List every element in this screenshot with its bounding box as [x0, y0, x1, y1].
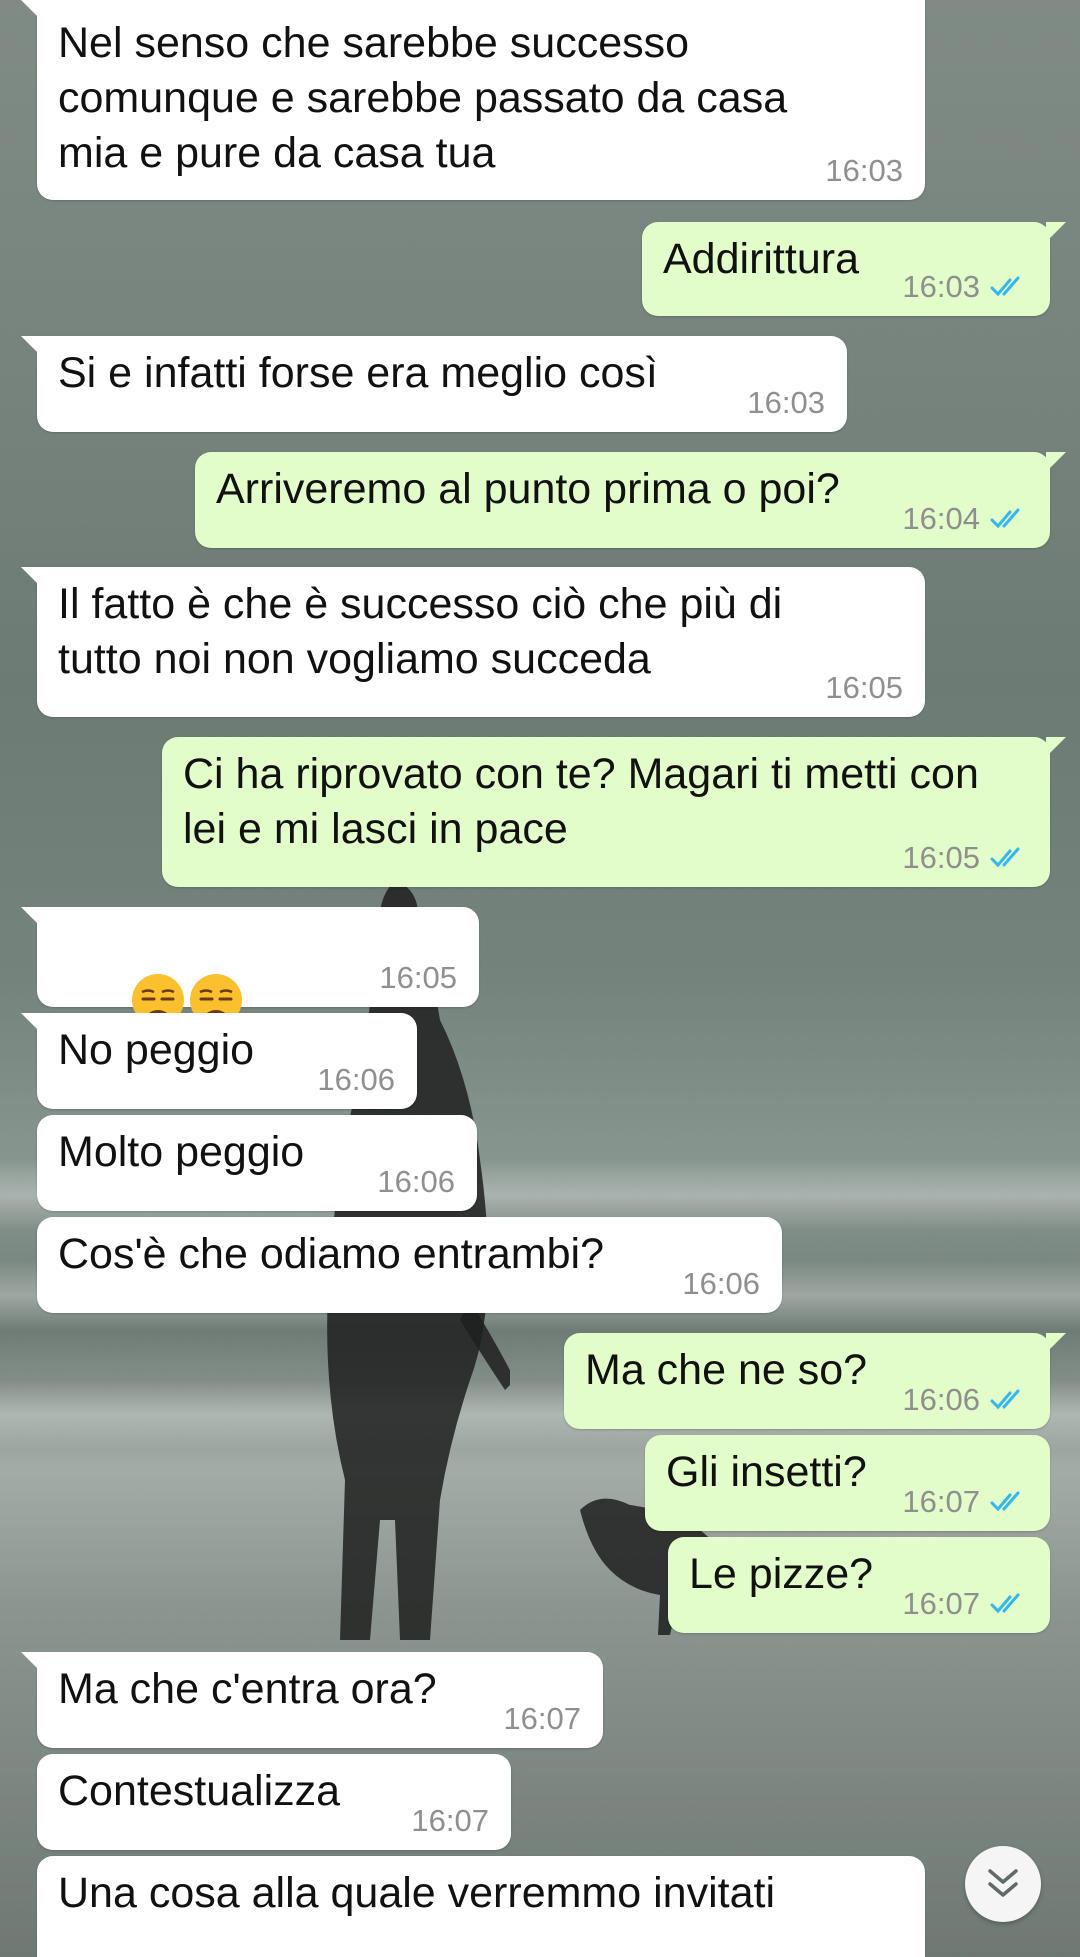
message-bubble-incoming[interactable]: Ma che c'entra ora? 16:07: [21, 1652, 603, 1748]
message-list[interactable]: Nel senso che sarebbe successo comunque …: [0, 0, 1080, 1957]
message-meta: 16:06: [317, 1063, 395, 1097]
message-timestamp: 16:07: [902, 1586, 980, 1621]
message-text: Si e infatti forse era meglio così: [58, 349, 658, 397]
message-timestamp: 16:07: [503, 1701, 581, 1736]
double-check-icon: [990, 1389, 1020, 1410]
message-meta: 16:03: [902, 270, 1028, 304]
message-bubble-incoming[interactable]: Contestualizza 16:07: [37, 1754, 511, 1850]
message-bubble-incoming[interactable]: Si e infatti forse era meglio così 16:03: [21, 336, 847, 432]
message-timestamp: 16:03: [747, 385, 825, 420]
message-bubble-incoming[interactable]: Una cosa alla quale verremmo invitati: [37, 1856, 925, 1957]
message-bubble-outgoing[interactable]: Le pizze? 16:07: [668, 1537, 1050, 1633]
message-text: Il fatto è che è successo ciò che più di…: [58, 580, 783, 683]
message-bubble-outgoing[interactable]: Gli insetti? 16:07: [645, 1435, 1050, 1531]
message-meta: 16:06: [902, 1383, 1028, 1417]
message-meta: 16:06: [377, 1165, 455, 1199]
message-bubble-incoming[interactable]: No peggio 16:06: [21, 1013, 417, 1109]
message-timestamp: 16:03: [825, 153, 903, 188]
message-text: Cos'è che odiamo entrambi?: [58, 1230, 605, 1278]
message-timestamp: 16:07: [411, 1803, 489, 1838]
message-meta: 16:06: [682, 1267, 760, 1301]
message-meta: 16:03: [747, 386, 825, 420]
message-text: Ci ha riprovato con te? Magari ti metti …: [183, 750, 979, 853]
double-check-icon: [990, 508, 1020, 529]
message-timestamp: 16:06: [902, 1382, 980, 1417]
message-timestamp: 16:05: [379, 960, 457, 995]
message-meta: 16:07: [902, 1485, 1028, 1519]
message-meta: 16:07: [902, 1587, 1028, 1621]
message-text: Una cosa alla quale verremmo invitati: [58, 1869, 775, 1917]
double-check-icon: [990, 847, 1020, 868]
message-bubble-incoming[interactable]: Il fatto è che è successo ciò che più di…: [21, 567, 925, 717]
message-text: Nel senso che sarebbe successo comunque …: [58, 19, 788, 177]
double-check-icon: [990, 1593, 1020, 1614]
message-bubble-outgoing[interactable]: Ci ha riprovato con te? Magari ti metti …: [162, 737, 1066, 887]
message-bubble-outgoing[interactable]: Addirittura 16:03: [642, 222, 1066, 316]
message-bubble-outgoing[interactable]: Arriveremo al punto prima o poi? 16:04: [195, 452, 1066, 548]
message-timestamp: 16:04: [902, 501, 980, 536]
message-meta: 16:07: [411, 1804, 489, 1838]
message-timestamp: 16:03: [902, 269, 980, 304]
scroll-to-bottom-button[interactable]: [965, 1846, 1041, 1922]
message-timestamp: 16:05: [825, 670, 903, 705]
message-meta: 16:03: [825, 154, 903, 188]
message-meta: 16:05: [379, 961, 457, 995]
message-bubble-incoming[interactable]: Nel senso che sarebbe successo comunque …: [21, 0, 925, 200]
message-meta: 16:07: [503, 1702, 581, 1736]
message-meta: 16:04: [902, 502, 1028, 536]
message-bubble-incoming[interactable]: scema 16:05: [21, 907, 479, 1082]
message-timestamp: 16:05: [902, 840, 980, 875]
message-bubble-incoming[interactable]: Cos'è che odiamo entrambi? 16:06: [37, 1217, 782, 1313]
message-meta: 16:05: [825, 671, 903, 705]
message-timestamp: 16:06: [317, 1062, 395, 1097]
message-timestamp: 16:06: [682, 1266, 760, 1301]
message-timestamp: 16:06: [377, 1164, 455, 1199]
double-check-icon: [990, 276, 1020, 297]
message-bubble-outgoing[interactable]: Ma che ne so? 16:06: [564, 1333, 1066, 1429]
message-timestamp: 16:07: [902, 1484, 980, 1519]
double-check-icon: [990, 1491, 1020, 1512]
message-bubble-incoming[interactable]: Molto peggio 16:06: [37, 1115, 477, 1211]
double-chevron-down-icon: [988, 1869, 1018, 1897]
message-meta: 16:05: [902, 841, 1028, 875]
